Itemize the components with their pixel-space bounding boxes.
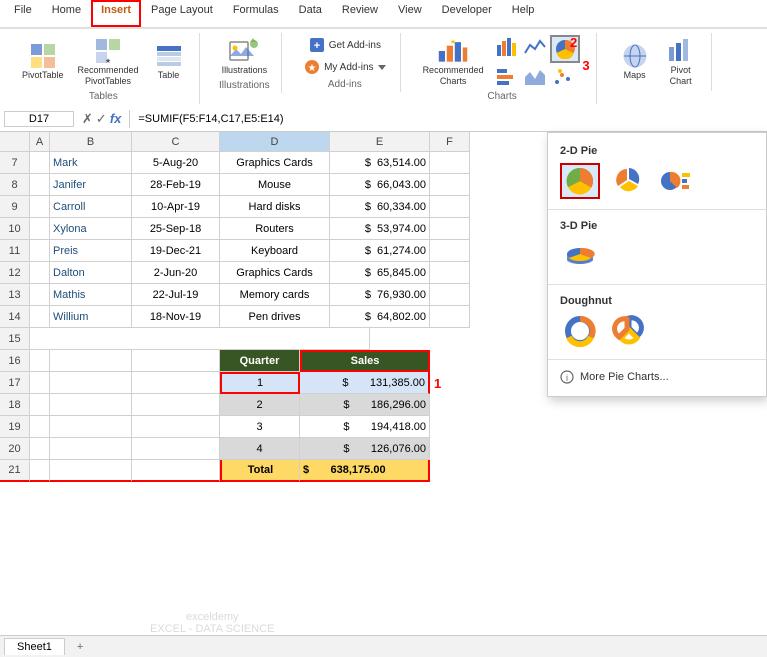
table-button[interactable]: Table xyxy=(149,40,189,83)
table-row: 16 Quarter Sales xyxy=(0,350,470,372)
badge-2: 2 xyxy=(570,35,577,50)
bar-chart-button[interactable] xyxy=(494,65,520,89)
tab-home[interactable]: Home xyxy=(42,0,91,27)
sheet-tab-1[interactable]: Sheet1 xyxy=(4,638,65,655)
tab-developer[interactable]: Developer xyxy=(432,0,502,27)
svg-text:★: ★ xyxy=(105,57,111,65)
badge-1: 1 xyxy=(430,372,441,394)
pivot-chart-button[interactable]: PivotChart xyxy=(661,35,701,89)
col-header-e[interactable]: E xyxy=(330,132,430,152)
col-header-d[interactable]: D xyxy=(220,132,330,152)
col-header-a[interactable]: A xyxy=(30,132,50,152)
group-illustrations: Illustrations Illustrations xyxy=(208,33,283,93)
svg-text:i: i xyxy=(566,373,568,383)
table-row: 10 Xylona 25-Sep-18 Routers $ 53,974.00 xyxy=(0,218,470,240)
table-row: 17 1 $ 131,385.00 1 xyxy=(0,372,470,394)
tables-group-label: Tables xyxy=(89,91,118,102)
column-chart-button[interactable] xyxy=(494,35,520,63)
col-header-c[interactable]: C xyxy=(132,132,220,152)
pie-2d-bar-icon[interactable] xyxy=(656,163,696,199)
3d-pie-row xyxy=(548,234,766,278)
doughnut-icon[interactable] xyxy=(560,313,600,349)
tab-insert[interactable]: Insert xyxy=(91,0,141,27)
pie-2d-solid-icon[interactable] xyxy=(560,163,600,199)
illustrations-group-label: Illustrations xyxy=(219,80,270,91)
2d-pie-row xyxy=(548,159,766,203)
quarter-header: Quarter xyxy=(220,350,300,372)
group-charts: ★ RecommendedCharts xyxy=(409,33,597,104)
scatter-chart-button[interactable] xyxy=(550,65,576,89)
group-addins: + Get Add-ins ★ My Add-ins Add-ins xyxy=(290,33,400,92)
maps-button[interactable]: Maps xyxy=(615,40,655,83)
3d-pie-title: 3-D Pie xyxy=(548,216,766,234)
table-row: 11 Preis 19-Dec-21 Keyboard $ 61,274.00 xyxy=(0,240,470,262)
svg-text:★: ★ xyxy=(450,38,456,46)
formula-bar: D17 ✗ ✓ fx xyxy=(0,106,767,132)
badge-3: 3 xyxy=(582,58,589,73)
illustrations-button[interactable]: Illustrations xyxy=(218,35,272,78)
doughnut-row xyxy=(548,309,766,353)
cell-reference[interactable]: D17 xyxy=(4,111,74,127)
table-row: 20 4 $ 126,076.00 xyxy=(0,438,470,460)
line-chart-button[interactable] xyxy=(522,35,548,63)
col-header-b[interactable]: B xyxy=(50,132,132,152)
group-maps: Maps PivotChart xyxy=(605,33,712,91)
total-label: Total xyxy=(220,460,300,482)
tab-help[interactable]: Help xyxy=(502,0,545,27)
svg-text:+: + xyxy=(313,40,319,52)
table-row: 12 Dalton 2-Jun-20 Graphics Cards $ 65,8… xyxy=(0,262,470,284)
add-sheet-button[interactable]: + xyxy=(67,639,93,655)
tab-file[interactable]: File xyxy=(4,0,42,27)
more-pie-charts-link[interactable]: i More Pie Charts... xyxy=(548,366,766,388)
get-addins-button[interactable]: + Get Add-ins xyxy=(305,35,385,55)
table-row: 13 Mathis 22-Jul-19 Memory cards $ 76,93… xyxy=(0,284,470,306)
table-row: 14 Willium 18-Nov-19 Pen drives $ 64,802… xyxy=(0,306,470,328)
addins-group-label: Add-ins xyxy=(328,79,362,90)
charts-group-label: Charts xyxy=(487,91,516,102)
table-row: 9 Carroll 10-Apr-19 Hard disks $ 60,334.… xyxy=(0,196,470,218)
my-addins-button[interactable]: ★ My Add-ins xyxy=(300,57,389,77)
tab-view[interactable]: View xyxy=(388,0,432,27)
watermark: exceldemyEXCEL - DATA SCIENCE xyxy=(150,611,275,635)
more-pie-charts-label: More Pie Charts... xyxy=(580,371,669,383)
doughnut-explode-icon[interactable] xyxy=(608,313,648,349)
formula-fx-icon[interactable]: fx xyxy=(110,111,122,127)
table-row: 18 2 $ 186,296.00 xyxy=(0,394,470,416)
table-row: 21 Total $ 638,175.00 xyxy=(0,460,470,482)
formula-confirm-icon[interactable]: ✓ xyxy=(96,111,107,127)
divider-3 xyxy=(548,359,766,360)
sheet-tabs: Sheet1 + xyxy=(0,635,767,657)
pie-chart-dropdown: 2-D Pie xyxy=(547,132,767,397)
divider-1 xyxy=(548,209,766,210)
corner-cell xyxy=(0,132,30,152)
recommended-pivot-tables-button[interactable]: ★ RecommendedPivotTables xyxy=(74,35,143,89)
tab-review[interactable]: Review xyxy=(332,0,388,27)
pie-3d-icon[interactable] xyxy=(560,238,600,274)
formula-cancel-icon[interactable]: ✗ xyxy=(82,111,93,127)
divider-2 xyxy=(548,284,766,285)
table-row: 19 3 $ 194,418.00 xyxy=(0,416,470,438)
pie-2d-explode-icon[interactable] xyxy=(608,163,648,199)
formula-input[interactable] xyxy=(134,112,763,126)
tab-formulas[interactable]: Formulas xyxy=(223,0,289,27)
recommended-charts-button[interactable]: ★ RecommendedCharts xyxy=(419,35,488,89)
2d-pie-title: 2-D Pie xyxy=(548,141,766,159)
doughnut-title: Doughnut xyxy=(548,291,766,309)
group-tables: PivotTable ★ RecommendedPivotTables Tabl… xyxy=(8,33,200,104)
pivot-table-button[interactable]: PivotTable xyxy=(18,40,68,83)
area-chart-button[interactable] xyxy=(522,65,548,89)
col-header-f[interactable]: F xyxy=(430,132,470,152)
table-row: 8 Janifer 28-Feb-19 Mouse $ 66,043.00 xyxy=(0,174,470,196)
svg-text:★: ★ xyxy=(308,63,317,74)
tab-data[interactable]: Data xyxy=(289,0,332,27)
sales-header: Sales xyxy=(300,350,430,372)
tab-page-layout[interactable]: Page Layout xyxy=(141,0,223,27)
table-row: 7 Mark 5-Aug-20 Graphics Cards $ 63,514.… xyxy=(0,152,470,174)
total-value: $ 638,175.00 xyxy=(300,460,430,482)
table-row: 15 xyxy=(0,328,470,350)
